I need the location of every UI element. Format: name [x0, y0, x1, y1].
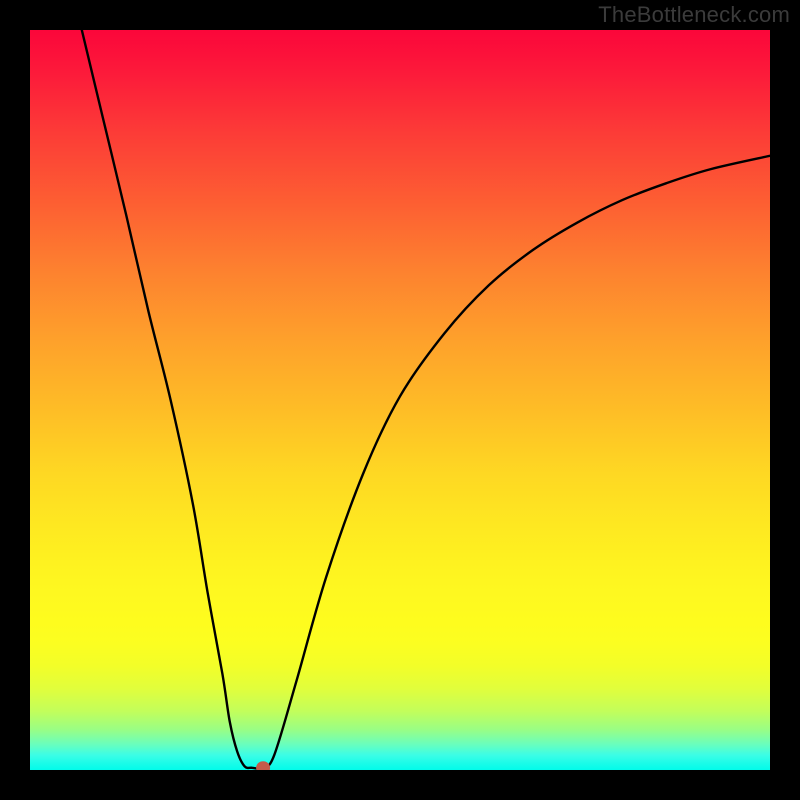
curve-svg: [30, 30, 770, 770]
watermark-text: TheBottleneck.com: [598, 2, 790, 28]
bottleneck-curve: [82, 30, 770, 769]
optimum-marker: [256, 761, 270, 770]
chart-frame: TheBottleneck.com: [0, 0, 800, 800]
plot-area: [30, 30, 770, 770]
